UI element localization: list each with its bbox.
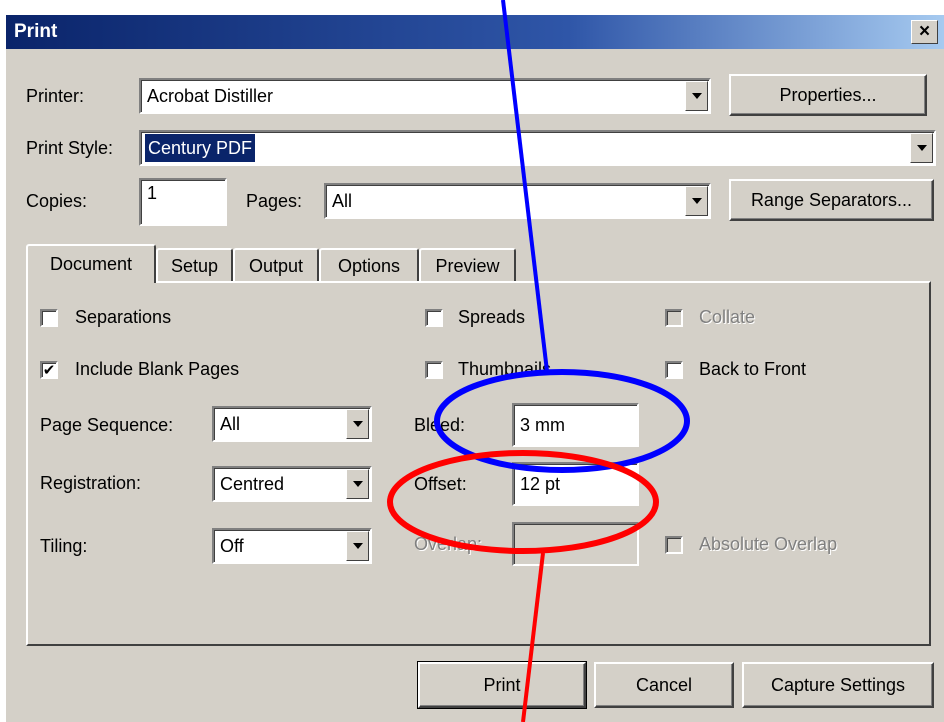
- pages-select[interactable]: All: [324, 183, 711, 219]
- thumbnails-label: Thumbnails: [458, 359, 552, 379]
- cancel-button[interactable]: Cancel: [594, 662, 734, 708]
- printer-value: Acrobat Distiller: [147, 86, 274, 106]
- title-bar: Print ×: [6, 15, 944, 49]
- collate-checkbox[interactable]: [665, 309, 683, 327]
- thumbnails-checkbox[interactable]: [425, 361, 443, 379]
- page-sequence-select[interactable]: All: [212, 406, 372, 442]
- check-icon: ✔: [42, 362, 56, 379]
- separations-checkbox[interactable]: [40, 309, 58, 327]
- copies-label: Copies:: [26, 191, 88, 211]
- offset-input[interactable]: 12 pt: [512, 462, 639, 506]
- tiling-select[interactable]: Off: [212, 528, 372, 564]
- overlap-label: Overlap:: [414, 534, 483, 554]
- print-style-label: Print Style:: [26, 138, 114, 158]
- printer-label: Printer:: [26, 86, 85, 106]
- tab-setup[interactable]: Setup: [156, 248, 233, 283]
- overlap-input[interactable]: [512, 522, 639, 566]
- print-style-select[interactable]: Century PDF: [139, 130, 936, 166]
- registration-label: Registration:: [40, 473, 142, 493]
- close-button[interactable]: ×: [911, 20, 938, 44]
- back-to-front-label: Back to Front: [699, 359, 807, 379]
- tiling-label: Tiling:: [40, 536, 88, 556]
- chevron-down-icon[interactable]: [685, 81, 708, 111]
- pages-label: Pages:: [246, 191, 303, 211]
- collate-label: Collate: [699, 307, 756, 327]
- spreads-checkbox[interactable]: [425, 309, 443, 327]
- include-blank-pages-label: Include Blank Pages: [75, 359, 240, 379]
- page-sequence-value: All: [220, 414, 241, 434]
- registration-value: Centred: [220, 474, 285, 494]
- spreads-label: Spreads: [458, 307, 526, 327]
- close-icon: ×: [918, 21, 931, 42]
- back-to-front-checkbox[interactable]: [665, 361, 683, 379]
- absolute-overlap-checkbox[interactable]: [665, 536, 683, 554]
- absolute-overlap-label: Absolute Overlap: [699, 534, 838, 554]
- range-separators-button[interactable]: Range Separators...: [729, 179, 934, 221]
- document-tab-panel: [26, 281, 931, 646]
- tab-output[interactable]: Output: [233, 248, 319, 283]
- tiling-value: Off: [220, 536, 244, 556]
- bleed-input[interactable]: 3 mm: [512, 403, 639, 447]
- tab-options[interactable]: Options: [319, 248, 419, 283]
- print-style-value: Century PDF: [145, 134, 256, 162]
- pages-value: All: [332, 191, 353, 211]
- chevron-down-icon[interactable]: [346, 409, 369, 439]
- tab-document[interactable]: Document: [26, 244, 156, 283]
- tab-preview[interactable]: Preview: [419, 248, 516, 283]
- chevron-down-icon[interactable]: [346, 531, 369, 561]
- copies-input[interactable]: 1: [139, 178, 227, 226]
- chevron-down-icon[interactable]: [910, 133, 933, 163]
- printer-select[interactable]: Acrobat Distiller: [139, 78, 711, 114]
- chevron-down-icon[interactable]: [346, 469, 369, 499]
- properties-button[interactable]: Properties...: [729, 74, 927, 116]
- separations-label: Separations: [75, 307, 172, 327]
- offset-label: Offset:: [414, 474, 467, 494]
- capture-settings-button[interactable]: Capture Settings: [742, 662, 934, 708]
- registration-select[interactable]: Centred: [212, 466, 372, 502]
- chevron-down-icon[interactable]: [685, 186, 708, 216]
- bleed-label: Bleed:: [414, 415, 466, 435]
- page-sequence-label: Page Sequence:: [40, 415, 174, 435]
- dialog-title: Print: [14, 21, 58, 42]
- print-button[interactable]: Print: [417, 661, 587, 709]
- selection-highlight: [145, 134, 908, 162]
- include-blank-pages-checkbox[interactable]: ✔: [40, 361, 58, 379]
